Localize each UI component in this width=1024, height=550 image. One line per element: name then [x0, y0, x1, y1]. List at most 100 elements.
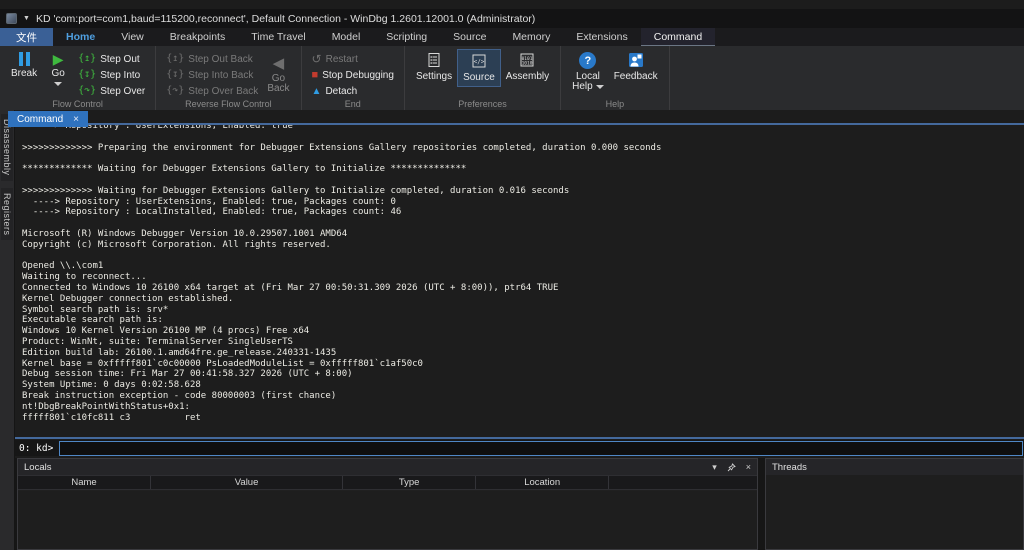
tab-extensions[interactable]: Extensions — [563, 28, 640, 46]
settings-icon — [426, 52, 442, 69]
command-input[interactable] — [59, 441, 1023, 456]
step-over-back-button[interactable]: {↷} Step Over Back — [162, 83, 262, 99]
group-reverse-flow-control: {↥} Step Out Back {↧} Step Into Back {↷}… — [156, 46, 301, 110]
tab-source[interactable]: Source — [440, 28, 499, 46]
titlebar: ▼ KD 'com:port=com1,baud=115200,reconnec… — [0, 9, 1024, 28]
step-out-back-icon: {↥} — [166, 54, 184, 64]
step-out-back-button[interactable]: {↥} Step Out Back — [162, 51, 262, 67]
group-label-flow-control: Flow Control — [0, 99, 155, 109]
group-label-help: Help — [561, 99, 669, 109]
go-back-button[interactable]: ◀ Go Back — [262, 53, 294, 97]
app-icon — [6, 13, 17, 24]
left-dock-strip: Disassembly Registers — [0, 110, 15, 550]
detach-icon: ▲ — [312, 87, 322, 96]
group-help: ? Local Help Feedback Help — [561, 46, 670, 110]
step-out-label: Step Out — [100, 54, 139, 65]
caret-down-icon[interactable]: ▼ — [23, 15, 30, 22]
tab-scripting[interactable]: Scripting — [373, 28, 440, 46]
step-into-back-label: Step Into Back — [188, 70, 253, 81]
source-button[interactable]: </> Source — [457, 49, 501, 87]
tab-memory[interactable]: Memory — [499, 28, 563, 46]
pin-icon[interactable] — [727, 463, 736, 472]
local-help-chevron-icon — [596, 85, 604, 89]
detach-button[interactable]: ▲ Detach — [308, 83, 398, 99]
command-doc-tab[interactable]: Command × — [8, 111, 88, 127]
group-label-preferences: Preferences — [405, 99, 560, 109]
sidebar-item-registers[interactable]: Registers — [1, 188, 13, 241]
step-into-label: Step Into — [100, 70, 140, 81]
chevron-down-icon[interactable] — [54, 82, 62, 86]
windbg-window: ▼ KD 'com:port=com1,baud=115200,reconnec… — [0, 0, 1024, 550]
assembly-button[interactable]: 0101 1010 Assembly — [501, 49, 554, 85]
column-value[interactable]: Value — [151, 476, 343, 489]
feedback-button[interactable]: Feedback — [609, 49, 663, 85]
ribbon: Break ▶ Go {↥} Step Out {↧} Step Into {↷… — [0, 46, 1024, 110]
tab-command[interactable]: Command — [641, 28, 715, 46]
threads-panel-body[interactable] — [766, 475, 1023, 549]
restart-button[interactable]: ↺ Restart — [308, 51, 398, 67]
group-label-reverse-flow-control: Reverse Flow Control — [156, 99, 300, 109]
go-back-icon: ◀ — [273, 56, 285, 71]
play-icon: ▶ — [53, 52, 64, 66]
step-over-back-label: Step Over Back — [188, 86, 258, 97]
column-location[interactable]: Location — [476, 476, 609, 489]
stop-debugging-button[interactable]: ■ Stop Debugging — [308, 67, 398, 83]
restart-icon: ↺ — [312, 53, 322, 65]
feedback-icon — [627, 52, 645, 69]
group-preferences: Settings </> Source 0101 1010 Assembly P… — [405, 46, 561, 110]
step-into-button[interactable]: {↧} Step Into — [74, 67, 149, 83]
step-into-icon: {↧} — [78, 70, 96, 80]
tab-home[interactable]: Home — [53, 28, 108, 46]
source-label: Source — [463, 72, 495, 83]
column-spacer — [609, 476, 757, 489]
settings-label: Settings — [416, 71, 452, 82]
tab-breakpoints[interactable]: Breakpoints — [157, 28, 238, 46]
detach-label: Detach — [325, 86, 357, 97]
ribbon-tab-bar: 文件 Home View Breakpoints Time Travel Mod… — [0, 28, 1024, 46]
step-over-button[interactable]: {↷} Step Over — [74, 83, 149, 99]
desktop-wallpaper — [0, 0, 1024, 9]
window-title: KD 'com:port=com1,baud=115200,reconnect'… — [36, 13, 535, 25]
locals-dropdown-icon[interactable]: ▾ — [712, 462, 717, 473]
step-into-back-button[interactable]: {↧} Step Into Back — [162, 67, 262, 83]
settings-button[interactable]: Settings — [411, 49, 457, 85]
tab-time-travel[interactable]: Time Travel — [238, 28, 318, 46]
tab-file[interactable]: 文件 — [0, 28, 53, 46]
step-out-button[interactable]: {↥} Step Out — [74, 51, 149, 67]
step-out-back-label: Step Out Back — [188, 54, 252, 65]
command-output-window[interactable]: ----> Repository : UserExtensions, Enabl… — [15, 123, 1024, 439]
feedback-label: Feedback — [614, 71, 658, 82]
svg-text:</>: </> — [474, 59, 485, 66]
command-prompt-row: 0: kd> — [15, 440, 1024, 456]
assembly-label: Assembly — [506, 71, 549, 82]
go-button[interactable]: ▶ Go — [42, 49, 74, 89]
threads-panel-header: Threads — [766, 459, 1023, 475]
stop-debugging-label: Stop Debugging — [322, 70, 394, 81]
step-over-back-icon: {↷} — [166, 86, 184, 96]
threads-panel: Threads — [765, 458, 1024, 550]
local-help-button[interactable]: ? Local Help — [567, 49, 609, 95]
restart-label: Restart — [326, 54, 358, 65]
close-icon[interactable]: × — [73, 114, 79, 125]
tab-model[interactable]: Model — [319, 28, 374, 46]
group-flow-control: Break ▶ Go {↥} Step Out {↧} Step Into {↷… — [0, 46, 156, 110]
locals-column-header: Name Value Type Location — [18, 475, 757, 490]
tab-view[interactable]: View — [108, 28, 157, 46]
locals-panel-body[interactable] — [18, 491, 757, 549]
column-type[interactable]: Type — [343, 476, 476, 489]
break-label: Break — [11, 68, 37, 79]
locals-close-icon[interactable]: × — [746, 462, 751, 472]
local-help-icon: ? — [579, 52, 596, 69]
column-name[interactable]: Name — [18, 476, 151, 489]
kd-prompt-label: 0: kd> — [15, 443, 59, 454]
step-over-icon: {↷} — [78, 86, 96, 96]
break-button[interactable]: Break — [6, 49, 42, 82]
source-icon: </> — [471, 53, 487, 70]
svg-text:1010: 1010 — [522, 61, 533, 67]
step-into-back-icon: {↧} — [166, 70, 184, 80]
pause-icon — [19, 52, 30, 66]
go-label: Go — [51, 68, 64, 79]
group-label-end: End — [302, 99, 404, 109]
command-doc-tab-label: Command — [17, 114, 63, 125]
go-back-label-2: Back — [267, 83, 289, 94]
